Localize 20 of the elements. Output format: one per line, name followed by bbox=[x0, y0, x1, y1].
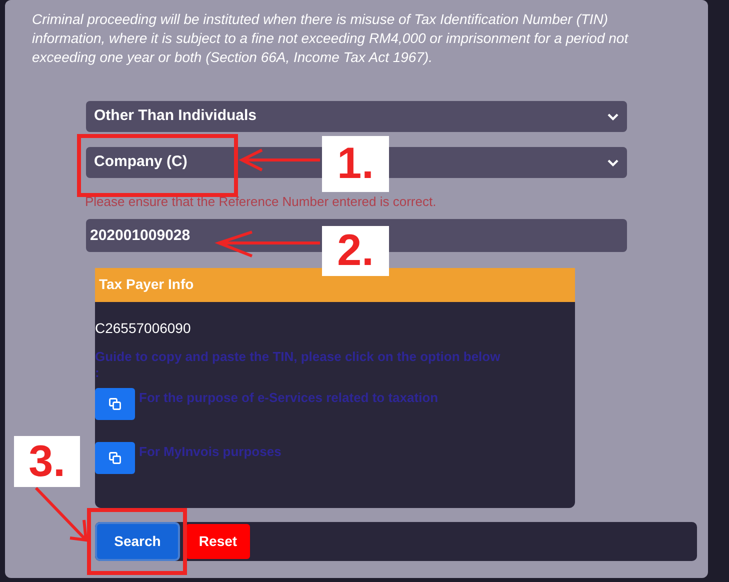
dropdown-select[interactable]: Other Than Individuals bbox=[86, 101, 627, 132]
search-button[interactable]: Search bbox=[97, 524, 178, 558]
copy-icon bbox=[108, 397, 122, 411]
copy-icon bbox=[108, 451, 122, 465]
error-message: Please ensure that the Reference Number entered is correct. bbox=[85, 193, 438, 211]
step-label: 1. bbox=[322, 136, 389, 192]
guide-text: Guide to copy and paste the TIN, please click on the option below bbox=[95, 348, 502, 366]
card-title: Tax Payer Info bbox=[99, 275, 194, 294]
copy-button[interactable] bbox=[95, 388, 135, 420]
tin-text: C26557006090 bbox=[95, 318, 192, 338]
copy-option-text: For MyInvois purposes bbox=[139, 443, 282, 461]
chevron-down-icon bbox=[607, 112, 619, 120]
guide-colon: : bbox=[95, 366, 100, 380]
copy-option-text: For the purpose of e-Services related to taxation bbox=[139, 389, 438, 407]
annotation-arrow bbox=[34, 486, 88, 542]
reset-button[interactable]: Reset bbox=[186, 524, 250, 558]
step-label: 2. bbox=[322, 226, 389, 276]
notice-text: Criminal proceeding will be instituted when there is misuse of Tax Identification Number (TIN) information, where it is subject to a fine not exceeding RM4,000 or imprisonment for a period not exceeding one year or both (Section 66A, Income Tax Act 1967). bbox=[32, 10, 630, 67]
step-label: 3. bbox=[14, 436, 80, 487]
copy-button[interactable] bbox=[95, 442, 135, 474]
